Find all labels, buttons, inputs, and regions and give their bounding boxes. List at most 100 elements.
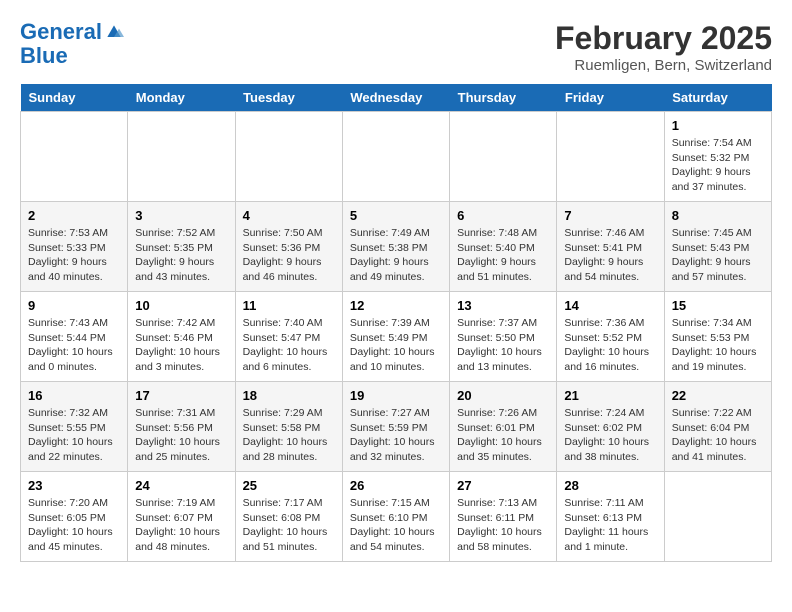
day-number: 12 xyxy=(350,298,442,313)
day-number: 7 xyxy=(564,208,656,223)
calendar-body: 1 Sunrise: 7:54 AM Sunset: 5:32 PM Daylig… xyxy=(21,112,772,562)
day-info: Sunrise: 7:26 AM Sunset: 6:01 PM Dayligh… xyxy=(457,406,549,465)
day-info: Sunrise: 7:37 AM Sunset: 5:50 PM Dayligh… xyxy=(457,316,549,375)
day-number: 8 xyxy=(672,208,764,223)
day-cell: 1 Sunrise: 7:54 AM Sunset: 5:32 PM Daylig… xyxy=(664,112,771,202)
day-number: 23 xyxy=(28,478,120,493)
day-info: Sunrise: 7:54 AM Sunset: 5:32 PM Dayligh… xyxy=(672,136,764,195)
day-info: Sunrise: 7:34 AM Sunset: 5:53 PM Dayligh… xyxy=(672,316,764,375)
day-number: 17 xyxy=(135,388,227,403)
day-info: Sunrise: 7:48 AM Sunset: 5:40 PM Dayligh… xyxy=(457,226,549,285)
day-number: 26 xyxy=(350,478,442,493)
day-cell: 25 Sunrise: 7:17 AM Sunset: 6:08 PM Dayli… xyxy=(235,472,342,562)
day-info: Sunrise: 7:42 AM Sunset: 5:46 PM Dayligh… xyxy=(135,316,227,375)
day-cell: 14Sunrise: 7:36 AM Sunset: 5:52 PM Dayli… xyxy=(557,292,664,382)
logo: General Blue xyxy=(20,20,124,68)
day-info: Sunrise: 7:46 AM Sunset: 5:41 PM Dayligh… xyxy=(564,226,656,285)
day-number: 10 xyxy=(135,298,227,313)
day-number: 11 xyxy=(243,298,335,313)
day-info: Sunrise: 7:53 AM Sunset: 5:33 PM Dayligh… xyxy=(28,226,120,285)
day-cell xyxy=(664,472,771,562)
day-number: 1 xyxy=(672,118,764,133)
day-cell: 24Sunrise: 7:19 AM Sunset: 6:07 PM Dayli… xyxy=(128,472,235,562)
logo-icon xyxy=(104,22,124,42)
day-cell xyxy=(557,112,664,202)
day-info: Sunrise: 7:29 AM Sunset: 5:58 PM Dayligh… xyxy=(243,406,335,465)
day-info: Sunrise: 7:24 AM Sunset: 6:02 PM Dayligh… xyxy=(564,406,656,465)
header-cell-sunday: Sunday xyxy=(21,84,128,112)
header-cell-monday: Monday xyxy=(128,84,235,112)
page-header: General Blue February 2025 Ruemligen, Be… xyxy=(20,20,772,74)
day-cell: 5Sunrise: 7:49 AM Sunset: 5:38 PM Daylig… xyxy=(342,202,449,292)
day-number: 22 xyxy=(672,388,764,403)
main-title: February 2025 xyxy=(555,20,772,57)
day-cell: 15 Sunrise: 7:34 AM Sunset: 5:53 PM Dayli… xyxy=(664,292,771,382)
week-row-4: 16 Sunrise: 7:32 AM Sunset: 5:55 PM Dayli… xyxy=(21,382,772,472)
day-cell: 8Sunrise: 7:45 AM Sunset: 5:43 PM Daylig… xyxy=(664,202,771,292)
day-cell: 20 Sunrise: 7:26 AM Sunset: 6:01 PM Dayli… xyxy=(450,382,557,472)
day-cell xyxy=(450,112,557,202)
header-row: SundayMondayTuesdayWednesdayThursdayFrid… xyxy=(21,84,772,112)
day-cell: 19 Sunrise: 7:27 AM Sunset: 5:59 PM Dayli… xyxy=(342,382,449,472)
header-cell-saturday: Saturday xyxy=(664,84,771,112)
day-number: 18 xyxy=(243,388,335,403)
day-number: 3 xyxy=(135,208,227,223)
day-cell xyxy=(21,112,128,202)
day-number: 28 xyxy=(564,478,656,493)
day-number: 2 xyxy=(28,208,120,223)
day-info: Sunrise: 7:13 AM Sunset: 6:11 PM Dayligh… xyxy=(457,496,549,555)
day-info: Sunrise: 7:52 AM Sunset: 5:35 PM Dayligh… xyxy=(135,226,227,285)
header-cell-wednesday: Wednesday xyxy=(342,84,449,112)
day-cell: 10 Sunrise: 7:42 AM Sunset: 5:46 PM Dayli… xyxy=(128,292,235,382)
day-cell: 2 Sunrise: 7:53 AM Sunset: 5:33 PM Daylig… xyxy=(21,202,128,292)
calendar-header: SundayMondayTuesdayWednesdayThursdayFrid… xyxy=(21,84,772,112)
day-cell: 3 Sunrise: 7:52 AM Sunset: 5:35 PM Daylig… xyxy=(128,202,235,292)
day-info: Sunrise: 7:22 AM Sunset: 6:04 PM Dayligh… xyxy=(672,406,764,465)
day-info: Sunrise: 7:15 AM Sunset: 6:10 PM Dayligh… xyxy=(350,496,442,555)
day-number: 4 xyxy=(243,208,335,223)
day-number: 16 xyxy=(28,388,120,403)
title-block: February 2025 Ruemligen, Bern, Switzerla… xyxy=(555,20,772,74)
day-cell xyxy=(235,112,342,202)
day-cell: 17 Sunrise: 7:31 AM Sunset: 5:56 PM Dayli… xyxy=(128,382,235,472)
logo-text: General xyxy=(20,20,102,44)
day-info: Sunrise: 7:27 AM Sunset: 5:59 PM Dayligh… xyxy=(350,406,442,465)
day-info: Sunrise: 7:19 AM Sunset: 6:07 PM Dayligh… xyxy=(135,496,227,555)
day-number: 5 xyxy=(350,208,442,223)
day-number: 14 xyxy=(564,298,656,313)
day-cell: 26 Sunrise: 7:15 AM Sunset: 6:10 PM Dayli… xyxy=(342,472,449,562)
day-number: 6 xyxy=(457,208,549,223)
day-number: 9 xyxy=(28,298,120,313)
day-number: 20 xyxy=(457,388,549,403)
day-cell: 6 Sunrise: 7:48 AM Sunset: 5:40 PM Daylig… xyxy=(450,202,557,292)
day-cell: 22 Sunrise: 7:22 AM Sunset: 6:04 PM Dayli… xyxy=(664,382,771,472)
day-number: 13 xyxy=(457,298,549,313)
day-cell: 12Sunrise: 7:39 AM Sunset: 5:49 PM Dayli… xyxy=(342,292,449,382)
day-info: Sunrise: 7:20 AM Sunset: 6:05 PM Dayligh… xyxy=(28,496,120,555)
day-info: Sunrise: 7:43 AM Sunset: 5:44 PM Dayligh… xyxy=(28,316,120,375)
week-row-2: 2 Sunrise: 7:53 AM Sunset: 5:33 PM Daylig… xyxy=(21,202,772,292)
day-number: 15 xyxy=(672,298,764,313)
header-cell-thursday: Thursday xyxy=(450,84,557,112)
day-number: 19 xyxy=(350,388,442,403)
logo-blue-text: Blue xyxy=(20,43,68,68)
week-row-1: 1 Sunrise: 7:54 AM Sunset: 5:32 PM Daylig… xyxy=(21,112,772,202)
day-info: Sunrise: 7:11 AM Sunset: 6:13 PM Dayligh… xyxy=(564,496,656,555)
day-cell: 7 Sunrise: 7:46 AM Sunset: 5:41 PM Daylig… xyxy=(557,202,664,292)
day-info: Sunrise: 7:50 AM Sunset: 5:36 PM Dayligh… xyxy=(243,226,335,285)
day-cell: 23 Sunrise: 7:20 AM Sunset: 6:05 PM Dayli… xyxy=(21,472,128,562)
day-cell: 18 Sunrise: 7:29 AM Sunset: 5:58 PM Dayli… xyxy=(235,382,342,472)
day-cell: 16 Sunrise: 7:32 AM Sunset: 5:55 PM Dayli… xyxy=(21,382,128,472)
day-info: Sunrise: 7:32 AM Sunset: 5:55 PM Dayligh… xyxy=(28,406,120,465)
week-row-3: 9 Sunrise: 7:43 AM Sunset: 5:44 PM Daylig… xyxy=(21,292,772,382)
subtitle: Ruemligen, Bern, Switzerland xyxy=(555,57,772,74)
day-number: 27 xyxy=(457,478,549,493)
day-cell: 27 Sunrise: 7:13 AM Sunset: 6:11 PM Dayli… xyxy=(450,472,557,562)
header-cell-tuesday: Tuesday xyxy=(235,84,342,112)
day-info: Sunrise: 7:31 AM Sunset: 5:56 PM Dayligh… xyxy=(135,406,227,465)
day-number: 21 xyxy=(564,388,656,403)
day-cell: 13 Sunrise: 7:37 AM Sunset: 5:50 PM Dayli… xyxy=(450,292,557,382)
day-number: 25 xyxy=(243,478,335,493)
day-cell: 9 Sunrise: 7:43 AM Sunset: 5:44 PM Daylig… xyxy=(21,292,128,382)
day-info: Sunrise: 7:17 AM Sunset: 6:08 PM Dayligh… xyxy=(243,496,335,555)
